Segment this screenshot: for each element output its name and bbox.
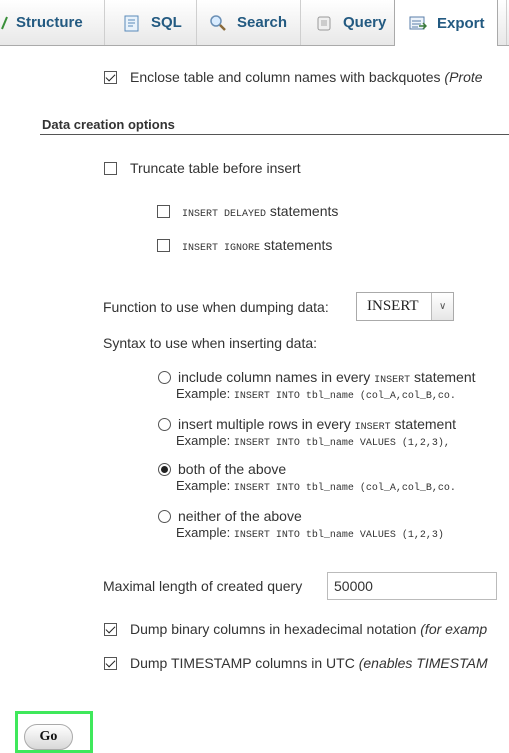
- syntax-example: Example: INSERT INTO tbl_name (col_A,col…: [176, 386, 456, 402]
- tab-export-label: Export: [437, 14, 485, 32]
- example-code: INSERT INTO tbl_name VALUES (1,2,3),: [233, 438, 450, 449]
- sql-icon: [123, 14, 141, 32]
- tab-separator: [300, 0, 301, 45]
- syntax-radio-both[interactable]: [158, 463, 171, 476]
- insert-delayed-suffix: statements: [266, 203, 339, 219]
- tab-structure-label: Structure: [16, 14, 83, 31]
- insert-ignore-checkbox[interactable]: [157, 239, 170, 252]
- syntax-option-text: insert multiple rows in every: [178, 416, 355, 432]
- dump-binary-note: (for examp: [420, 621, 488, 637]
- syntax-radio-multiple-rows[interactable]: [158, 418, 171, 431]
- example-code: INSERT INTO tbl_name (col_A,col_B,co.: [233, 483, 456, 494]
- tab-query[interactable]: Query: [315, 0, 386, 45]
- chevron-down-icon[interactable]: ∨: [431, 293, 453, 320]
- insert-ignore-label: INSERT IGNORE statements: [182, 237, 332, 254]
- tab-search-label: Search: [237, 14, 288, 31]
- syntax-example: Example: INSERT INTO tbl_name VALUES (1,…: [176, 433, 450, 449]
- dump-timestamp-checkbox[interactable]: [104, 657, 117, 670]
- syntax-option-text: neither of the above: [178, 508, 302, 524]
- tab-sql-label: SQL: [151, 14, 182, 31]
- dump-binary-checkbox[interactable]: [104, 623, 117, 636]
- search-icon: [209, 14, 227, 32]
- query-icon: [315, 14, 333, 32]
- syntax-option-label: include column names in every INSERT sta…: [178, 369, 476, 386]
- go-button[interactable]: Go: [24, 724, 73, 750]
- syntax-example: Example: INSERT INTO tbl_name (col_A,col…: [176, 478, 456, 494]
- tab-bar: Structure SQL Search Query Export: [0, 0, 509, 46]
- syntax-radio-include-columns[interactable]: [158, 371, 171, 384]
- tab-structure[interactable]: Structure: [0, 0, 83, 45]
- example-prefix: Example:: [176, 478, 234, 493]
- enclose-backquotes-checkbox[interactable]: [104, 71, 117, 84]
- syntax-option-code: INSERT: [354, 422, 391, 433]
- tab-separator: [506, 0, 507, 45]
- section-title: Data creation options: [42, 117, 175, 132]
- tab-sql[interactable]: SQL: [123, 0, 182, 45]
- max-length-input[interactable]: 50000: [327, 572, 497, 600]
- dump-timestamp-note: (enables TIMESTAM: [358, 655, 488, 671]
- syntax-option-label: neither of the above: [178, 508, 302, 524]
- tab-query-label: Query: [343, 14, 387, 31]
- max-length-label: Maximal length of created query: [103, 578, 303, 594]
- example-code: INSERT INTO tbl_name (col_A,col_B,co.: [233, 391, 456, 402]
- dump-timestamp-text: Dump TIMESTAMP columns in UTC: [130, 655, 359, 671]
- insert-ignore-code: INSERT IGNORE: [182, 243, 261, 254]
- example-code: INSERT INTO tbl_name VALUES (1,2,3): [233, 530, 444, 541]
- insert-delayed-checkbox[interactable]: [157, 205, 170, 218]
- syntax-example: Example: INSERT INTO tbl_name VALUES (1,…: [176, 525, 444, 541]
- insert-ignore-suffix: statements: [260, 237, 333, 253]
- syntax-option-label: insert multiple rows in every INSERT sta…: [178, 416, 456, 433]
- dump-binary-text: Dump binary columns in hexadecimal notat…: [130, 621, 421, 637]
- function-select-value: INSERT: [367, 298, 419, 314]
- tab-separator: [104, 0, 105, 45]
- syntax-option-text: include column names in every: [178, 369, 375, 385]
- section-divider: [40, 134, 509, 135]
- example-prefix: Example:: [176, 433, 234, 448]
- syntax-option-label: both of the above: [178, 461, 286, 477]
- enclose-label-text: Enclose table and column names with back…: [130, 69, 445, 85]
- syntax-label: Syntax to use when inserting data:: [103, 335, 318, 351]
- function-select[interactable]: INSERT ∨: [356, 292, 454, 321]
- tab-export[interactable]: Export: [394, 0, 498, 46]
- dump-timestamp-label: Dump TIMESTAMP columns in UTC (enables T…: [130, 655, 488, 671]
- truncate-checkbox[interactable]: [104, 162, 117, 175]
- structure-icon: [0, 14, 8, 32]
- function-label: Function to use when dumping data:: [103, 299, 329, 315]
- syntax-option-suffix: statement: [410, 369, 476, 385]
- tab-search[interactable]: Search: [209, 0, 287, 45]
- example-prefix: Example:: [176, 386, 234, 401]
- dump-binary-label: Dump binary columns in hexadecimal notat…: [130, 621, 487, 637]
- export-icon: [409, 14, 428, 32]
- insert-delayed-code: INSERT DELAYED: [182, 209, 267, 220]
- syntax-option-suffix: statement: [390, 416, 457, 432]
- enclose-backquotes-label: Enclose table and column names with back…: [130, 69, 483, 85]
- truncate-label: Truncate table before insert: [130, 160, 301, 176]
- insert-delayed-label: INSERT DELAYED statements: [182, 203, 338, 220]
- syntax-option-text: both of the above: [178, 461, 287, 477]
- example-prefix: Example:: [176, 525, 234, 540]
- syntax-radio-neither[interactable]: [158, 510, 171, 523]
- syntax-option-code: INSERT: [374, 375, 411, 386]
- tab-separator: [196, 0, 197, 45]
- enclose-note: (Prote: [444, 69, 483, 85]
